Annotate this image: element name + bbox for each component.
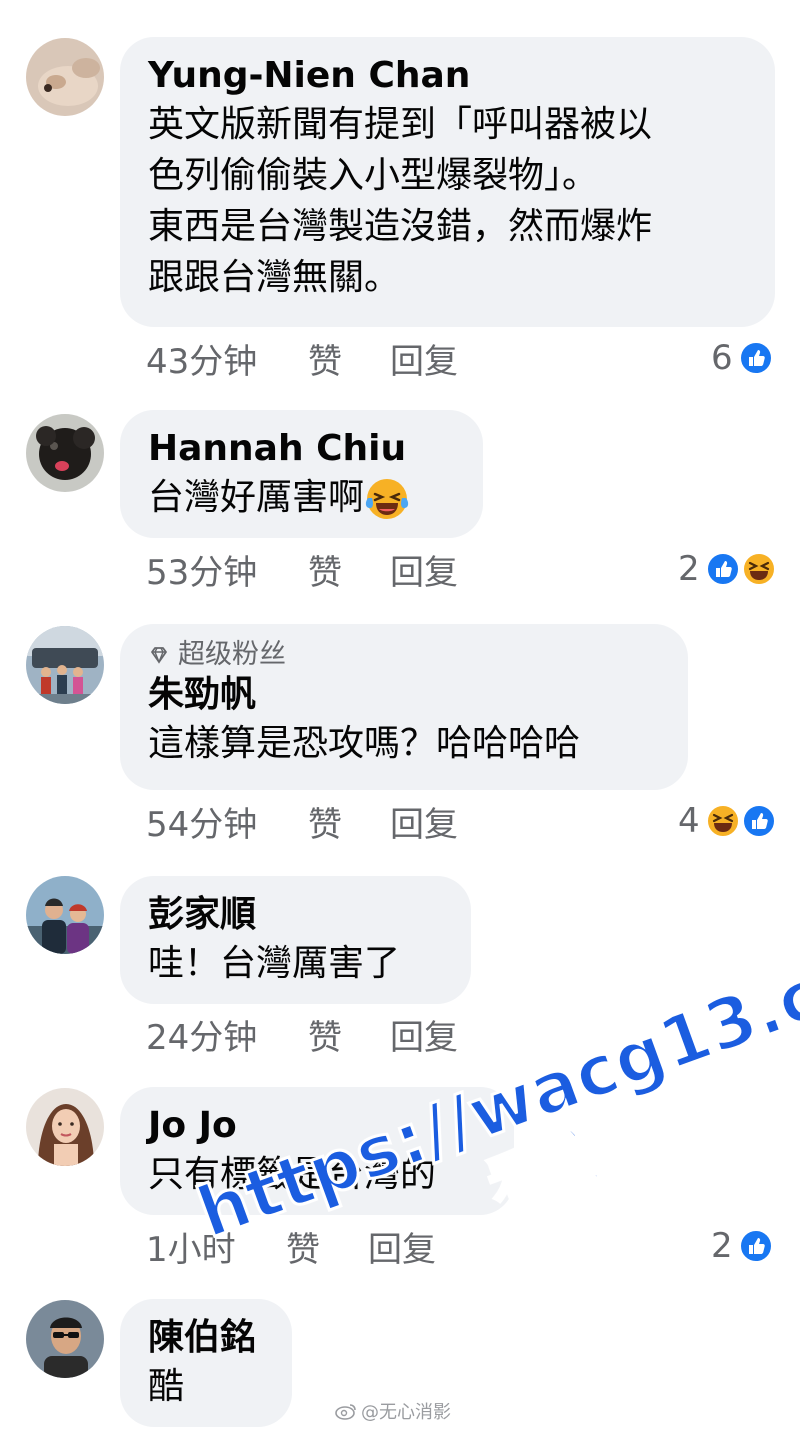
commenter-name[interactable]: 朱勁帆 [148, 672, 660, 718]
like-button[interactable]: 赞 [308, 553, 390, 593]
haha-icon [705, 804, 740, 838]
weibo-credit: @无心消影 [335, 1398, 451, 1424]
reaction-summary[interactable]: 2 [711, 1226, 773, 1266]
commenter-name[interactable]: Hannah Chiu [148, 426, 455, 472]
commenter-name[interactable]: Yung-Nien Chan [148, 53, 747, 99]
comment-text: 英文版新聞有提到「呼叫器被以 色列偷偷裝入小型爆裂物」。 東西是台灣製造沒錯，然… [148, 104, 653, 298]
avatar[interactable] [26, 1088, 104, 1166]
commenter-name[interactable]: 陳伯銘 [148, 1315, 264, 1361]
reply-button[interactable]: 回复 [390, 1018, 458, 1058]
comment-actions: 54分钟 赞 回复 [146, 805, 458, 845]
woman-portrait-avatar-icon [26, 1088, 104, 1166]
avatar[interactable] [26, 1300, 104, 1378]
comment-text: 這樣算是恐攻嗎？哈哈哈哈 [148, 723, 581, 764]
dog-avatar-icon [26, 414, 104, 492]
reaction-count: 2 [711, 1226, 733, 1266]
reaction-summary[interactable]: 4 [678, 801, 776, 841]
comment-actions: 43分钟 赞 回复 [146, 342, 458, 382]
comment-bubble: Hannah Chiu 台灣好厲害啊 [120, 410, 483, 538]
comment-time[interactable]: 53分钟 [146, 553, 308, 593]
like-icon [738, 341, 773, 375]
man-with-sunglasses-avatar-icon [26, 1300, 104, 1378]
haha-icon [741, 552, 776, 586]
like-button[interactable]: 赞 [308, 1018, 390, 1058]
comment-text: 哇！台灣厲害了 [148, 943, 401, 984]
comment-bubble: 彭家順 哇！台灣厲害了 [120, 876, 471, 1004]
comment-time[interactable]: 54分钟 [146, 805, 308, 845]
family-photo-avatar-icon [26, 626, 104, 704]
top-fan-badge[interactable]: 超级粉丝 [148, 638, 660, 672]
like-button[interactable]: 赞 [308, 342, 390, 382]
avatar[interactable] [26, 38, 104, 116]
comment-actions: 53分钟 赞 回复 [146, 553, 458, 593]
comment-bubble: Yung-Nien Chan 英文版新聞有提到「呼叫器被以 色列偷偷裝入小型爆裂… [120, 37, 775, 327]
badge-label: 超级粉丝 [178, 639, 286, 670]
comment-text: 酷 [148, 1366, 185, 1407]
weibo-logo-icon [335, 1404, 356, 1420]
reaction-count: 6 [711, 338, 733, 378]
laugh-cry-emoji-icon [365, 479, 409, 519]
comment-text-body: 台灣好厲害啊 [148, 477, 365, 518]
like-icon [738, 1229, 773, 1263]
couple-photo-avatar-icon [26, 876, 104, 954]
comment-time[interactable]: 24分钟 [146, 1018, 308, 1058]
like-icon [741, 804, 776, 838]
reply-button[interactable]: 回复 [390, 342, 458, 382]
reply-button[interactable]: 回复 [390, 553, 458, 593]
comment-bubble: 超级粉丝 朱勁帆 這樣算是恐攻嗎？哈哈哈哈 [120, 624, 688, 790]
comment-bubble: 陳伯銘 酷 [120, 1299, 292, 1427]
comment-text: 台灣好厲害啊 [148, 472, 455, 523]
puppy-avatar-icon [26, 38, 104, 116]
commenter-name[interactable]: 彭家順 [148, 892, 443, 938]
comment-time[interactable]: 43分钟 [146, 342, 308, 382]
comment-actions: 24分钟 赞 回复 [146, 1018, 458, 1058]
avatar[interactable] [26, 414, 104, 492]
avatar[interactable] [26, 876, 104, 954]
like-icon [705, 552, 740, 586]
weibo-credit-text: @无心消影 [361, 1402, 451, 1423]
reaction-count: 2 [678, 549, 700, 589]
reaction-count: 4 [678, 801, 700, 841]
like-button[interactable]: 赞 [308, 805, 390, 845]
reaction-summary[interactable]: 6 [711, 338, 773, 378]
avatar[interactable] [26, 626, 104, 704]
reply-button[interactable]: 回复 [390, 805, 458, 845]
reaction-summary[interactable]: 2 [678, 549, 776, 589]
diamond-icon [151, 647, 167, 664]
